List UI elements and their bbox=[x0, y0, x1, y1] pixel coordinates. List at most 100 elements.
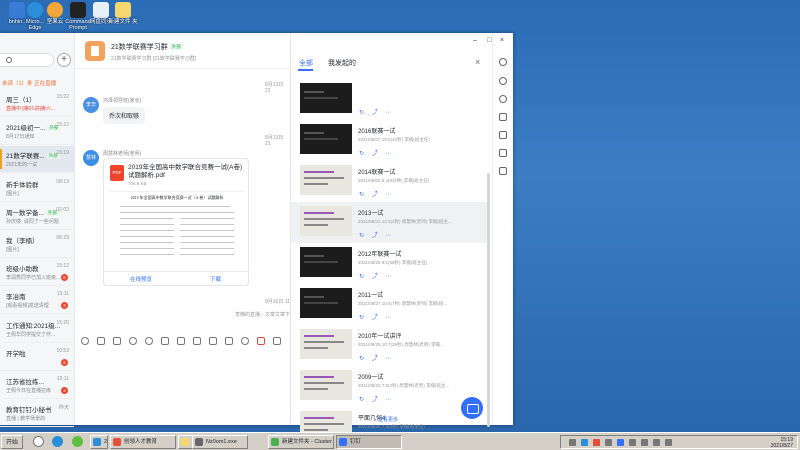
conversation-item[interactable]: 新手体验群 [图片] 08-13 bbox=[0, 175, 74, 202]
conversation-item[interactable]: 开学啦 10:53 6 bbox=[0, 344, 74, 371]
calendar-icon[interactable] bbox=[193, 337, 201, 345]
video-thumbnail[interactable] bbox=[300, 124, 352, 154]
replay-actions[interactable]: ↻ ⤴ ⋯ bbox=[359, 107, 394, 116]
more-icon[interactable] bbox=[273, 337, 281, 345]
replay-item[interactable]: 2014联赛一试 2021/08/02 9:4(9分钟) 李楠(班主任) ↻ ⤴ ⋯ bbox=[291, 161, 487, 202]
wechat-icon[interactable] bbox=[52, 436, 63, 447]
like-icon[interactable] bbox=[113, 337, 121, 345]
conversation-item[interactable]: 江苏省拉练... 王佩今日在直播拉练 15:11 2 bbox=[0, 372, 74, 399]
conversation-sidebar: + 未读（1）条 正在直播 周三（1） 直播中:[第01讲]第六... 15:22 2… bbox=[0, 33, 75, 428]
scissors-icon[interactable] bbox=[129, 337, 137, 345]
group-name[interactable]: 21数学联赛学习群 外部 bbox=[111, 42, 183, 52]
message-bubble[interactable]: 乔次和取够 bbox=[103, 107, 146, 124]
maximize-button[interactable]: □ bbox=[487, 37, 491, 44]
file-icon[interactable] bbox=[177, 337, 185, 345]
replay-item[interactable]: 2010年一试讲评 2021/08/25 10:7(29秒) 周慧林(老师) 李楠… bbox=[291, 325, 487, 366]
replay-actions[interactable]: ↻ ⤴ ⋯ bbox=[359, 230, 394, 239]
video-thumbnail[interactable] bbox=[300, 165, 352, 195]
replay-actions[interactable]: ↻ ⤴ ⋯ bbox=[359, 189, 394, 198]
replay-actions[interactable]: ↻ ⤴ ⋯ bbox=[359, 271, 394, 280]
image-icon[interactable] bbox=[161, 337, 169, 345]
conversation-item[interactable]: 班级小助教 李润秀同学已加入班级... 15:12 6 bbox=[0, 259, 74, 287]
live-icon[interactable] bbox=[257, 337, 265, 345]
conversation-item[interactable]: 李冶南 [观看视频]发送清理 15:11 2 bbox=[0, 287, 74, 315]
pdf-preview[interactable]: 2019 年全国高中数学联合竞赛一试（A 卷）试题解析 bbox=[110, 191, 244, 269]
taskbar-button[interactable]: 钉钉 bbox=[336, 435, 402, 449]
at-mention-icon[interactable] bbox=[97, 337, 105, 345]
avatar[interactable]: 慧林 bbox=[83, 150, 99, 166]
speaker-icon[interactable] bbox=[641, 439, 648, 446]
replay-item[interactable]: ↻ ⤴ ⋯ bbox=[291, 79, 487, 120]
view-more-link[interactable]: 查看更多 bbox=[378, 416, 398, 423]
desktop-icon-folder[interactable]: 新建文件 夹 bbox=[108, 1, 138, 25]
panel-scrollbar[interactable] bbox=[487, 173, 490, 427]
replay-item[interactable]: 2016联赛一试 2021/08/07 18:5(42秒) 李楠(班主任) ↻ ⤴ … bbox=[291, 120, 487, 161]
video-thumbnail[interactable] bbox=[300, 329, 352, 359]
close-button[interactable]: × bbox=[500, 37, 504, 44]
conversation-item[interactable]: 周一数学备... 外部 孙庆楼: 请同了一些问题 02-02 bbox=[0, 203, 74, 230]
tab-mine[interactable]: 我发起的 bbox=[328, 58, 356, 68]
video-thumbnail[interactable] bbox=[300, 288, 352, 318]
video-thumbnail[interactable] bbox=[300, 247, 352, 277]
replay-item[interactable]: 2009一试 2021/08/23 7:5(2秒) 周慧林(老师) 李楠(班主..… bbox=[291, 366, 487, 407]
avatar[interactable]: 李华 bbox=[83, 97, 99, 113]
folder-icon[interactable] bbox=[499, 113, 507, 121]
search-input[interactable] bbox=[0, 53, 54, 67]
tray-icon[interactable] bbox=[593, 439, 600, 446]
emoji-icon[interactable] bbox=[81, 337, 89, 345]
add-member-icon[interactable] bbox=[499, 77, 507, 85]
task-icon[interactable] bbox=[209, 337, 217, 345]
start-button[interactable]: 开始 bbox=[1, 435, 23, 449]
minimize-button[interactable]: – bbox=[473, 37, 477, 44]
conversation-item[interactable]: 2021级初一... 外部 8月17日通知 15:22 bbox=[0, 118, 74, 146]
phone-icon[interactable] bbox=[241, 337, 249, 345]
group-avatar[interactable] bbox=[85, 41, 105, 61]
taskbar-button[interactable]: 创领人才教育 bbox=[110, 435, 176, 449]
download-button[interactable]: 下载 bbox=[210, 275, 221, 283]
close-icon[interactable]: × bbox=[475, 57, 480, 67]
chat-menu-icon[interactable] bbox=[499, 58, 507, 66]
video-thumbnail[interactable] bbox=[300, 206, 352, 236]
preview-online-button[interactable]: 在线预览 bbox=[130, 275, 152, 283]
taskbar-button[interactable]: 2 bbox=[90, 435, 108, 449]
taskbar-button[interactable]: 新建文件夹 - Cluster bbox=[268, 435, 334, 449]
clock-icon[interactable] bbox=[145, 337, 153, 345]
replay-actions[interactable]: ↻ ⤴ ⋯ bbox=[359, 312, 394, 321]
browser-icon[interactable] bbox=[72, 436, 83, 447]
network-icon[interactable] bbox=[653, 439, 660, 446]
tab-all[interactable]: 全部 bbox=[299, 58, 313, 68]
replay-actions[interactable]: ↻ ⤴ ⋯ bbox=[359, 148, 394, 157]
replay-actions[interactable]: ↻ ⤴ ⋯ bbox=[359, 353, 394, 362]
conversation-item[interactable]: 工作通知:2021级... 王佩华同学提交了作... 15:20 bbox=[0, 316, 74, 343]
pdf-file-card[interactable]: PDF 2019年全国高中数学联合竞赛一试(A卷)试题解析.pdf 706.6 … bbox=[103, 158, 250, 286]
calendar-icon[interactable] bbox=[499, 149, 507, 157]
tray-icon[interactable] bbox=[605, 439, 612, 446]
unread-live-filter[interactable]: 未读（1）条 正在直播 bbox=[0, 79, 56, 89]
tray-icon[interactable] bbox=[629, 439, 636, 446]
announcement-icon[interactable] bbox=[499, 131, 507, 139]
cloud-sync-icon bbox=[93, 2, 109, 18]
new-chat-button[interactable]: + bbox=[57, 53, 71, 67]
tray-icon[interactable] bbox=[581, 439, 588, 446]
live-start-button[interactable] bbox=[461, 397, 483, 419]
tray-icon[interactable] bbox=[569, 439, 576, 446]
message-icon[interactable] bbox=[499, 95, 507, 103]
replay-actions[interactable]: ↻ ⤴ ⋯ bbox=[359, 394, 394, 403]
bolt-icon[interactable] bbox=[225, 337, 233, 345]
conversation-item[interactable]: 教育钉钉小秘书 直播 | 教学场景的 昨天 bbox=[0, 400, 74, 428]
replay-item[interactable]: 2011一试 2021/08/27 10:4(7秒) 周慧林(老师) 李楠(班..… bbox=[291, 284, 487, 325]
gear-icon[interactable] bbox=[33, 436, 44, 447]
video-thumbnail[interactable] bbox=[300, 83, 352, 113]
conversation-item[interactable]: 我（李楠） [图片] 08-29 bbox=[0, 231, 74, 258]
taskbar-button[interactable]: Nz0om1.exe bbox=[192, 435, 248, 449]
tray-icon[interactable] bbox=[617, 439, 624, 446]
input-method-icon[interactable] bbox=[665, 439, 672, 446]
conversation-title: 新手体验群 bbox=[6, 179, 39, 189]
video-thumbnail[interactable] bbox=[300, 370, 352, 400]
replay-item[interactable]: 2012年联赛一试 2021/08/26 9:1(59秒) 李楠(班主任) ↻ ⤴ … bbox=[291, 243, 487, 284]
replay-item[interactable]: 2013一试 2021/08/31 13:4(4秒) 周慧林(老师) 李楠(班主.… bbox=[291, 202, 487, 243]
conversation-item[interactable]: 21数学联赛... 外部 2021年的一试 15:19 bbox=[0, 146, 74, 174]
flag-icon[interactable] bbox=[499, 167, 507, 175]
clock[interactable]: 15:19 2021/8/27 bbox=[771, 437, 793, 449]
conversation-item[interactable]: 周三（1） 直播中:[第01讲]第六... 15:22 bbox=[0, 90, 74, 117]
